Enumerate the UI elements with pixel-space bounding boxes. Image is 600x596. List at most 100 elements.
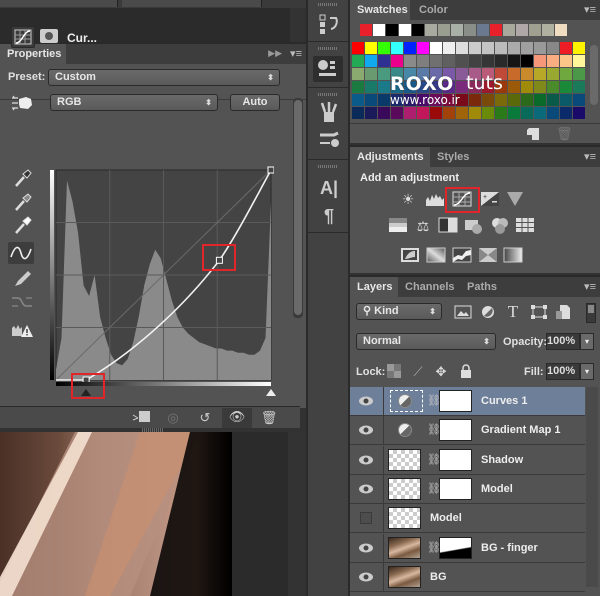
layer-thumbnail[interactable] <box>388 565 421 588</box>
lock-all-icon[interactable] <box>458 364 474 380</box>
swatch[interactable] <box>547 107 559 119</box>
layer-thumbnail[interactable] <box>388 477 421 500</box>
swatch[interactable] <box>352 55 364 67</box>
layer-mask-thumbnail[interactable] <box>439 448 472 471</box>
swatch[interactable] <box>365 55 377 67</box>
swatch[interactable] <box>547 55 559 67</box>
layer-row[interactable]: ⛓ BG - finger <box>350 533 585 563</box>
blend-mode-select[interactable]: Normal ⬍ <box>356 333 496 350</box>
link-chain-icon[interactable]: ⛓ <box>427 394 441 409</box>
layer-mask-thumbnail[interactable] <box>439 477 472 500</box>
link-chain-icon[interactable]: ⛓ <box>427 453 441 468</box>
visibility-eye-icon[interactable] <box>358 571 374 583</box>
swatch[interactable] <box>464 24 476 36</box>
layer-thumbnail[interactable] <box>388 536 421 559</box>
visibility-toggle[interactable] <box>360 512 372 525</box>
swatch[interactable] <box>560 94 572 106</box>
swatch[interactable] <box>508 107 520 119</box>
swatch[interactable] <box>547 42 559 54</box>
channel-mixer-icon[interactable] <box>490 217 510 235</box>
paragraph-panel-icon[interactable]: ¶ <box>316 204 342 228</box>
layer-row[interactable]: Model <box>350 504 585 534</box>
dock-grip[interactable] <box>318 47 338 50</box>
hue-saturation-icon[interactable] <box>388 217 408 235</box>
layer-thumbnail[interactable] <box>388 507 421 530</box>
swatch[interactable] <box>534 42 546 54</box>
swatch[interactable] <box>378 94 390 106</box>
levels-icon[interactable] <box>425 190 445 208</box>
channel-select[interactable]: RGB ⬍ <box>50 94 218 111</box>
visibility-eye-icon[interactable] <box>358 542 374 554</box>
layer-row[interactable]: ⛓ Curves 1 <box>350 387 585 416</box>
visibility-eye-icon[interactable] <box>358 395 374 407</box>
swatch[interactable] <box>365 42 377 54</box>
smooth-curve-icon[interactable] <box>10 292 34 312</box>
swatch[interactable] <box>456 42 468 54</box>
layer-row[interactable]: ⛓ Gradient Map 1 <box>350 416 585 446</box>
swatch[interactable] <box>560 107 572 119</box>
swatch[interactable] <box>521 55 533 67</box>
swatch[interactable] <box>365 81 377 93</box>
swatch[interactable] <box>477 24 489 36</box>
opacity-dropdown[interactable]: ▾ <box>580 333 594 350</box>
filter-smart-object-icon[interactable] <box>554 304 572 320</box>
swatch[interactable] <box>365 94 377 106</box>
swatch[interactable] <box>534 107 546 119</box>
lock-image-icon[interactable]: ⟋ <box>410 364 426 380</box>
swatch[interactable] <box>404 107 416 119</box>
swatch[interactable] <box>573 55 585 67</box>
reset-icon[interactable]: ↺ <box>192 409 218 427</box>
swatch[interactable] <box>373 24 385 36</box>
swatch[interactable] <box>469 42 481 54</box>
swatch[interactable] <box>438 24 450 36</box>
swatch[interactable] <box>399 24 411 36</box>
swatch[interactable] <box>547 68 559 80</box>
properties-panel-icon[interactable] <box>313 56 343 82</box>
tab-swatches[interactable]: Swatches <box>350 0 410 20</box>
visibility-eye-icon[interactable] <box>358 454 374 466</box>
eyedropper-white-icon[interactable] <box>10 215 34 235</box>
layer-mask-thumbnail[interactable] <box>439 536 472 559</box>
canvas-scrollbar[interactable] <box>288 432 306 596</box>
clipping-warning-icon[interactable] <box>10 320 34 340</box>
clip-to-layer-icon[interactable] <box>128 409 154 427</box>
delete-icon[interactable]: 🗑 <box>256 409 282 427</box>
swatch[interactable] <box>547 94 559 106</box>
pencil-icon[interactable] <box>10 268 34 288</box>
swatch[interactable] <box>560 81 572 93</box>
swatch[interactable] <box>547 81 559 93</box>
swatch[interactable] <box>456 107 468 119</box>
panel-menu-icon[interactable]: ▾≡ <box>584 280 596 293</box>
swatch[interactable] <box>542 24 554 36</box>
layer-row[interactable]: BG <box>350 562 585 592</box>
swatch[interactable] <box>430 55 442 67</box>
delete-swatch-icon[interactable]: 🗑 <box>556 126 573 142</box>
swatch[interactable] <box>521 81 533 93</box>
swatch[interactable] <box>490 24 502 36</box>
swatch[interactable] <box>495 55 507 67</box>
link-chain-icon[interactable]: ⛓ <box>427 541 441 556</box>
link-chain-icon[interactable]: ⛓ <box>427 423 441 438</box>
curves-adjustment-icon[interactable] <box>11 26 35 48</box>
history-icon[interactable] <box>316 12 342 36</box>
swatch[interactable] <box>521 42 533 54</box>
tab-styles[interactable]: Styles <box>430 147 476 167</box>
visibility-eye-icon[interactable] <box>358 424 374 436</box>
document-tab[interactable] <box>122 0 262 7</box>
swatch[interactable] <box>534 68 546 80</box>
swatch[interactable] <box>404 55 416 67</box>
layer-row[interactable]: ⛓ Model <box>350 474 585 504</box>
opacity-input[interactable]: 100% <box>546 333 580 350</box>
lock-position-icon[interactable]: ✥ <box>433 364 449 380</box>
swatch[interactable] <box>430 107 442 119</box>
swatch[interactable] <box>352 94 364 106</box>
swatch[interactable] <box>412 24 424 36</box>
preset-select[interactable]: Custom ⬍ <box>48 69 280 86</box>
filter-toggle[interactable] <box>586 303 596 323</box>
swatch[interactable] <box>417 42 429 54</box>
swatch[interactable] <box>417 55 429 67</box>
swatch[interactable] <box>352 42 364 54</box>
swatch[interactable] <box>482 42 494 54</box>
brightness-contrast-icon[interactable]: ☀ <box>398 190 418 208</box>
dock-grip[interactable] <box>318 93 338 96</box>
